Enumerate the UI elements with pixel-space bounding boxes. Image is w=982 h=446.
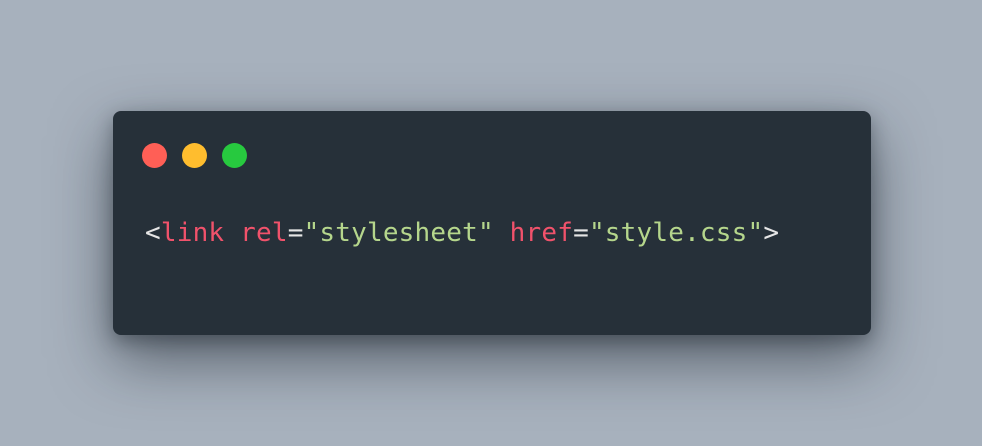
window-controls: [142, 143, 247, 168]
maximize-window-icon[interactable]: [222, 143, 247, 168]
attribute-name-rel: rel: [240, 218, 288, 248]
equals-sign: =: [573, 218, 589, 248]
close-window-icon[interactable]: [142, 143, 167, 168]
code-window: <link rel="stylesheet" href="style.css">: [113, 111, 871, 335]
minimize-window-icon[interactable]: [182, 143, 207, 168]
code-line: <link rel="stylesheet" href="style.css">: [145, 216, 779, 250]
attribute-value-rel: "stylesheet": [303, 218, 494, 248]
attribute-value-href: "style.css": [588, 218, 764, 248]
open-bracket: <: [145, 218, 161, 248]
equals-sign: =: [287, 218, 304, 248]
attribute-name-href: href: [509, 218, 574, 248]
tag-name: link: [160, 218, 225, 248]
close-bracket: >: [763, 218, 780, 248]
